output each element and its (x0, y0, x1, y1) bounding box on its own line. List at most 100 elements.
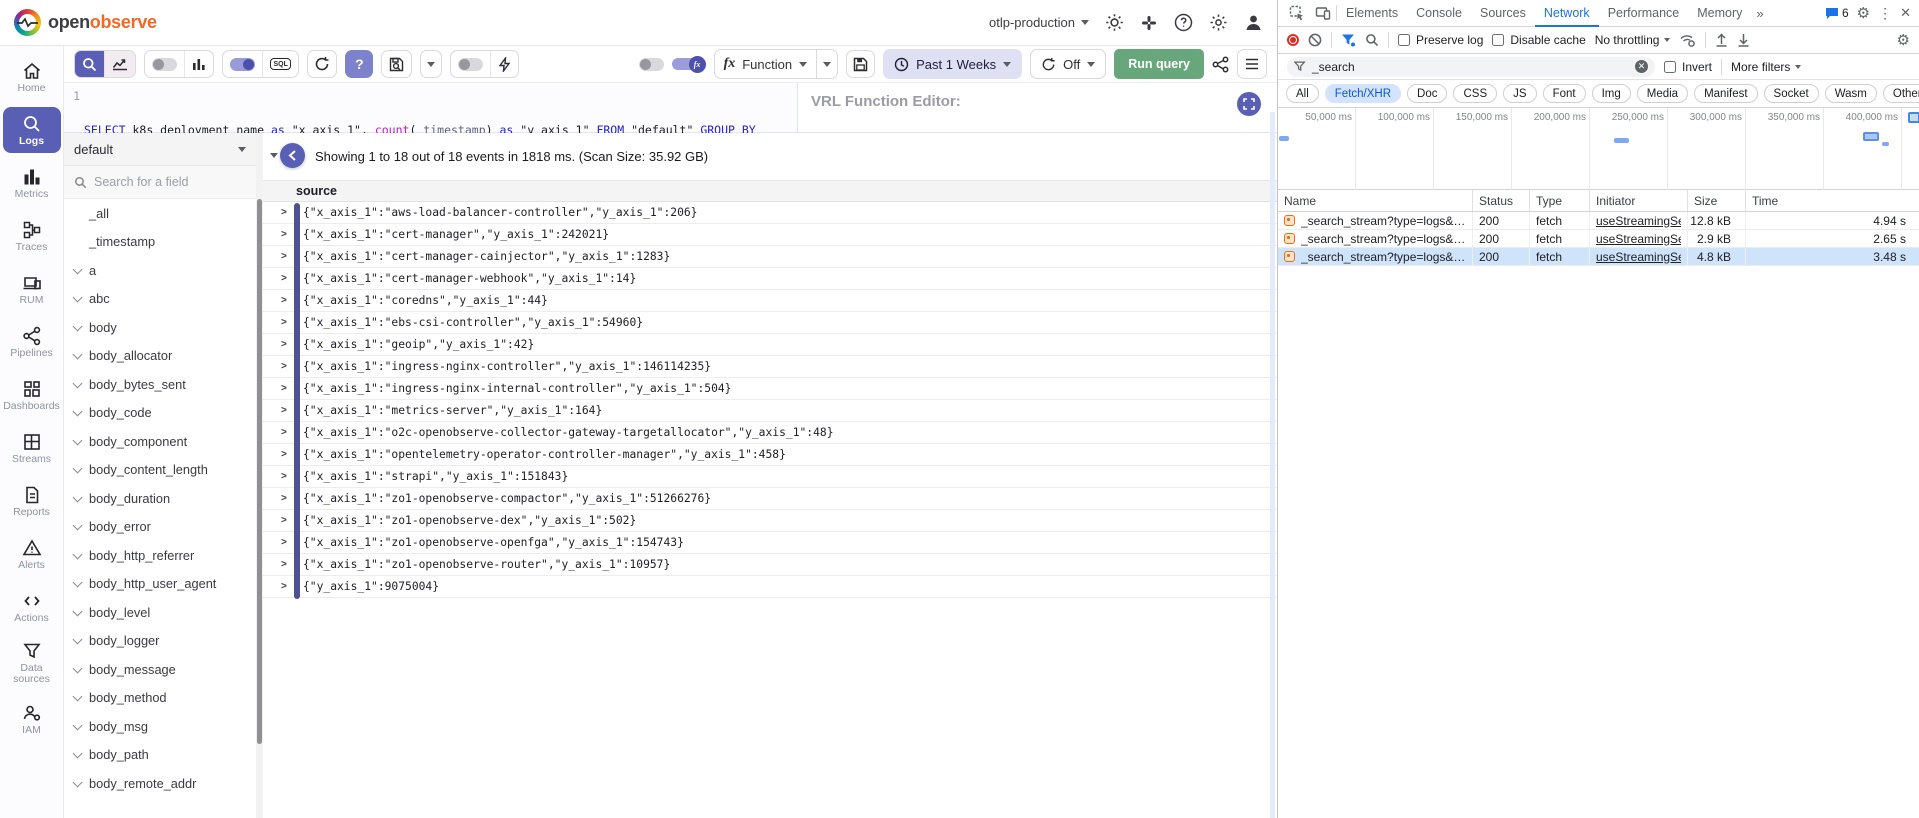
devtools-tab[interactable]: Console (1407, 0, 1471, 27)
log-row[interactable]: {"y_axis_1":9075004} (263, 576, 1277, 598)
network-conditions-icon[interactable] (1679, 33, 1696, 47)
resource-filter-chip[interactable]: Wasm (1825, 84, 1877, 103)
resource-filter-chip[interactable]: Socket (1764, 84, 1819, 103)
network-request-row[interactable]: _search_stream?type=logs&search_ty... 20… (1278, 230, 1919, 248)
log-row[interactable]: {"x_axis_1":"opentelemetry-operator-cont… (263, 444, 1277, 466)
disable-cache-checkbox[interactable]: Disable cache (1492, 33, 1585, 47)
saved-searches-dropdown[interactable] (420, 50, 442, 78)
log-row[interactable]: {"x_axis_1":"aws-load-balancer-controlle… (263, 202, 1277, 224)
field-item[interactable]: body_path (64, 741, 256, 770)
network-overview-timeline[interactable]: 50,000 ms100,000 ms150,000 ms200,000 ms2… (1278, 108, 1919, 190)
column-header-time[interactable]: Time (1746, 190, 1919, 211)
column-header-type[interactable]: Type (1530, 190, 1590, 211)
reset-query-button[interactable] (307, 50, 337, 78)
field-item[interactable]: body_error (64, 513, 256, 542)
chevron-down-icon[interactable] (73, 779, 82, 788)
console-messages-badge[interactable]: 6 (1825, 6, 1849, 20)
sidebar-item-iam[interactable]: IAM (3, 696, 61, 742)
import-har-button[interactable] (1715, 33, 1728, 47)
resource-filter-chip[interactable]: Other (1883, 84, 1919, 103)
initiator-link[interactable]: useStreamingSearch.D (1596, 232, 1681, 246)
checkbox-unchecked[interactable] (1664, 61, 1676, 73)
vrl-expand-button[interactable] (1237, 92, 1261, 116)
filter-text-input[interactable]: _search ✕ (1287, 57, 1655, 77)
expand-row-chevron-icon[interactable] (281, 581, 291, 592)
log-row[interactable]: {"x_axis_1":"metrics-server","y_axis_1":… (263, 400, 1277, 422)
chevron-down-icon[interactable] (73, 579, 82, 588)
field-item[interactable]: body_level (64, 598, 256, 627)
field-item[interactable]: body_allocator (64, 342, 256, 371)
query-help-button[interactable]: ? (345, 50, 373, 78)
log-row[interactable]: {"x_axis_1":"cert-manager","y_axis_1":24… (263, 224, 1277, 246)
invert-filter-checkbox[interactable]: Invert (1664, 60, 1712, 74)
field-item[interactable]: body_component (64, 427, 256, 456)
more-filters-dropdown[interactable]: More filters (1731, 60, 1801, 74)
sidebar-item-alerts[interactable]: Alerts (3, 531, 61, 577)
request-name-cell[interactable]: _search_stream?type=logs&search_ty... (1278, 248, 1473, 265)
resource-filter-chip[interactable]: Media (1637, 84, 1688, 103)
initiator-link[interactable]: useStreamingSearch.D (1596, 250, 1681, 264)
more-tabs-chevron[interactable]: » (1751, 6, 1768, 21)
log-row[interactable]: {"x_axis_1":"o2c-openobserve-collector-g… (263, 422, 1277, 444)
field-item[interactable]: body_message (64, 655, 256, 684)
field-item[interactable]: body_logger (64, 627, 256, 656)
save-function-button[interactable] (846, 50, 875, 78)
field-item[interactable]: body_method (64, 684, 256, 713)
clear-network-log-button[interactable] (1308, 33, 1322, 47)
throttling-select[interactable]: No throttling (1595, 33, 1671, 47)
initiator-link[interactable]: useStreamingSearch.D (1596, 214, 1681, 228)
sidebar-item-home[interactable]: Home (3, 54, 61, 100)
chevron-down-icon[interactable] (73, 294, 82, 303)
chevron-down-icon[interactable] (73, 665, 82, 674)
field-item[interactable]: a (64, 256, 256, 285)
chevron-down-icon[interactable] (73, 323, 82, 332)
devtools-tab[interactable]: Elements (1337, 0, 1407, 27)
resource-filter-chip[interactable]: Doc (1407, 84, 1447, 103)
devtools-tab[interactable]: Memory (1688, 0, 1751, 27)
field-item[interactable]: body_code (64, 399, 256, 428)
slack-icon[interactable] (1140, 14, 1158, 32)
source-column-header[interactable]: source (263, 180, 1277, 202)
auto-refresh-select[interactable]: Off (1030, 49, 1106, 79)
devtools-tab[interactable]: Sources (1471, 0, 1535, 27)
export-har-button[interactable] (1737, 33, 1750, 47)
network-request-row[interactable]: _search_stream?type=logs&search_ty... 20… (1278, 212, 1919, 230)
devtools-close-icon[interactable]: ✕ (1900, 5, 1911, 21)
expand-row-chevron-icon[interactable] (281, 383, 291, 394)
fields-scrollbar[interactable] (256, 133, 263, 818)
chevron-down-icon[interactable] (73, 437, 82, 446)
sidebar-item-rum[interactable]: RUM (3, 266, 61, 312)
chevron-down-icon[interactable] (73, 750, 82, 759)
chevron-down-icon[interactable] (73, 408, 82, 417)
sql-mode-toggle[interactable] (223, 51, 262, 77)
devtools-settings-icon[interactable]: ⚙ (1857, 6, 1870, 21)
histogram-toggle[interactable] (145, 51, 184, 77)
chevron-down-icon[interactable] (73, 722, 82, 731)
save-search-button[interactable] (382, 51, 411, 77)
field-item[interactable]: body (64, 313, 256, 342)
chevron-down-icon[interactable] (73, 522, 82, 531)
expand-row-chevron-icon[interactable] (281, 427, 291, 438)
function-toggle[interactable]: fx (672, 56, 706, 72)
column-header-initiator[interactable]: Initiator (1590, 190, 1688, 211)
expand-row-chevron-icon[interactable] (281, 339, 291, 350)
expand-row-chevron-icon[interactable] (281, 273, 291, 284)
sidebar-item-logs[interactable]: Logs (3, 107, 61, 153)
expand-row-chevron-icon[interactable] (281, 207, 291, 218)
expand-row-chevron-icon[interactable] (281, 493, 291, 504)
chevron-down-icon[interactable] (73, 551, 82, 560)
checkbox-unchecked[interactable] (1398, 34, 1410, 46)
visualize-mode-button[interactable] (104, 51, 135, 77)
chevron-down-icon[interactable] (73, 693, 82, 702)
chevron-down-icon[interactable] (73, 266, 82, 275)
log-row[interactable]: {"x_axis_1":"zo1-openobserve-openfga","y… (263, 532, 1277, 554)
chevron-down-icon[interactable] (73, 351, 82, 360)
collapse-fields-button[interactable] (280, 143, 305, 168)
more-menu-button[interactable] (1237, 49, 1267, 79)
chevron-down-icon[interactable] (73, 636, 82, 645)
field-item[interactable]: body_bytes_sent (64, 370, 256, 399)
devtools-kebab-menu-icon[interactable]: ⋮ (1878, 5, 1892, 22)
search-mode-button[interactable] (75, 51, 104, 77)
inspect-element-icon[interactable] (1284, 5, 1310, 21)
request-initiator-cell[interactable]: useStreamingSearch.D (1590, 212, 1688, 229)
